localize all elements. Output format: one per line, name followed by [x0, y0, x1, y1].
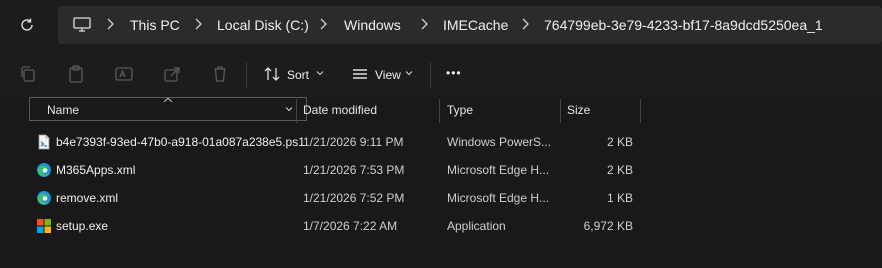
file-name[interactable]: M365Apps.xml: [56, 163, 135, 177]
file-type: Windows PowerS...: [447, 135, 552, 149]
column-divider[interactable]: [640, 99, 641, 123]
delete-icon[interactable]: [210, 64, 230, 84]
file-date-modified: 1/21/2026 7:52 PM: [303, 191, 405, 205]
command-bar: Sort View •••: [0, 50, 882, 98]
column-header-type[interactable]: Type: [447, 97, 473, 123]
file-date-modified: 1/21/2026 9:11 PM: [303, 135, 404, 149]
this-pc-icon[interactable]: [72, 16, 92, 34]
file-row[interactable]: b4e7393f-93ed-47b0-a918-01a087a238e5.ps1…: [0, 128, 882, 156]
toolbar-separator: [246, 62, 247, 88]
chevron-right-icon: [320, 18, 327, 30]
column-header-row: Name Date modified Type Size: [11, 97, 882, 124]
column-header-date[interactable]: Date modified: [303, 97, 377, 123]
chevron-down-icon: [405, 71, 413, 76]
chevron-right-icon: [107, 18, 114, 30]
file-name[interactable]: setup.exe: [56, 219, 108, 233]
file-type: Microsoft Edge H...: [447, 191, 550, 205]
copy-icon[interactable]: [18, 64, 38, 84]
file-name[interactable]: b4e7393f-93ed-47b0-a918-01a087a238e5.ps1: [56, 135, 305, 149]
breadcrumb-local-disk[interactable]: Local Disk (C:): [217, 17, 309, 33]
file-row[interactable]: remove.xml 1/21/2026 7:52 PM Microsoft E…: [0, 184, 882, 212]
chevron-right-icon: [522, 18, 529, 30]
paste-icon[interactable]: [66, 64, 86, 84]
chevron-down-icon: [316, 71, 324, 76]
chevron-right-icon: [195, 18, 202, 30]
column-header-name[interactable]: Name: [47, 97, 79, 123]
address-bar: This PC Local Disk (C:) Windows IMECache…: [0, 0, 882, 50]
file-size: 6,972 KB: [583, 219, 633, 233]
file-type: Application: [447, 219, 506, 233]
file-row[interactable]: setup.exe 1/7/2026 7:22 AM Application 6…: [0, 212, 882, 240]
chevron-down-icon[interactable]: [284, 104, 294, 114]
column-header-size[interactable]: Size: [567, 97, 590, 123]
path-box[interactable]: This PC Local Disk (C:) Windows IMECache…: [58, 6, 882, 44]
more-options-button[interactable]: •••: [446, 66, 462, 80]
file-date-modified: 1/7/2026 7:22 AM: [303, 219, 398, 233]
breadcrumb-this-pc[interactable]: This PC: [130, 17, 180, 33]
powershell-script-icon: [38, 134, 50, 150]
breadcrumb-windows[interactable]: Windows: [344, 17, 401, 33]
share-icon[interactable]: [162, 64, 182, 84]
view-button[interactable]: View: [375, 68, 401, 82]
file-size: 2 KB: [606, 135, 633, 149]
column-divider[interactable]: [560, 99, 561, 123]
sort-icon[interactable]: [262, 64, 282, 84]
file-size: 2 KB: [606, 163, 633, 177]
sort-button[interactable]: Sort: [287, 68, 309, 82]
file-name[interactable]: remove.xml: [56, 191, 118, 205]
file-type: Microsoft Edge H...: [447, 163, 550, 177]
file-row[interactable]: M365Apps.xml 1/21/2026 7:53 PM Microsoft…: [0, 156, 882, 184]
file-date-modified: 1/21/2026 7:53 PM: [303, 163, 405, 177]
column-divider[interactable]: [439, 99, 440, 123]
chevron-right-icon: [421, 18, 428, 30]
rename-icon[interactable]: [114, 64, 134, 84]
breadcrumb-current-folder[interactable]: 764799eb-3e79-4233-bf17-8a9dcd5250ea_1: [544, 17, 823, 33]
edge-icon: [37, 163, 51, 177]
view-icon[interactable]: [350, 64, 370, 84]
refresh-icon[interactable]: [18, 16, 36, 34]
file-size: 1 KB: [606, 191, 633, 205]
toolbar-separator: [430, 62, 431, 88]
edge-icon: [37, 191, 51, 205]
breadcrumb-imecache[interactable]: IMECache: [443, 17, 508, 33]
windows-logo-icon: [37, 219, 51, 233]
column-divider[interactable]: [296, 99, 297, 123]
